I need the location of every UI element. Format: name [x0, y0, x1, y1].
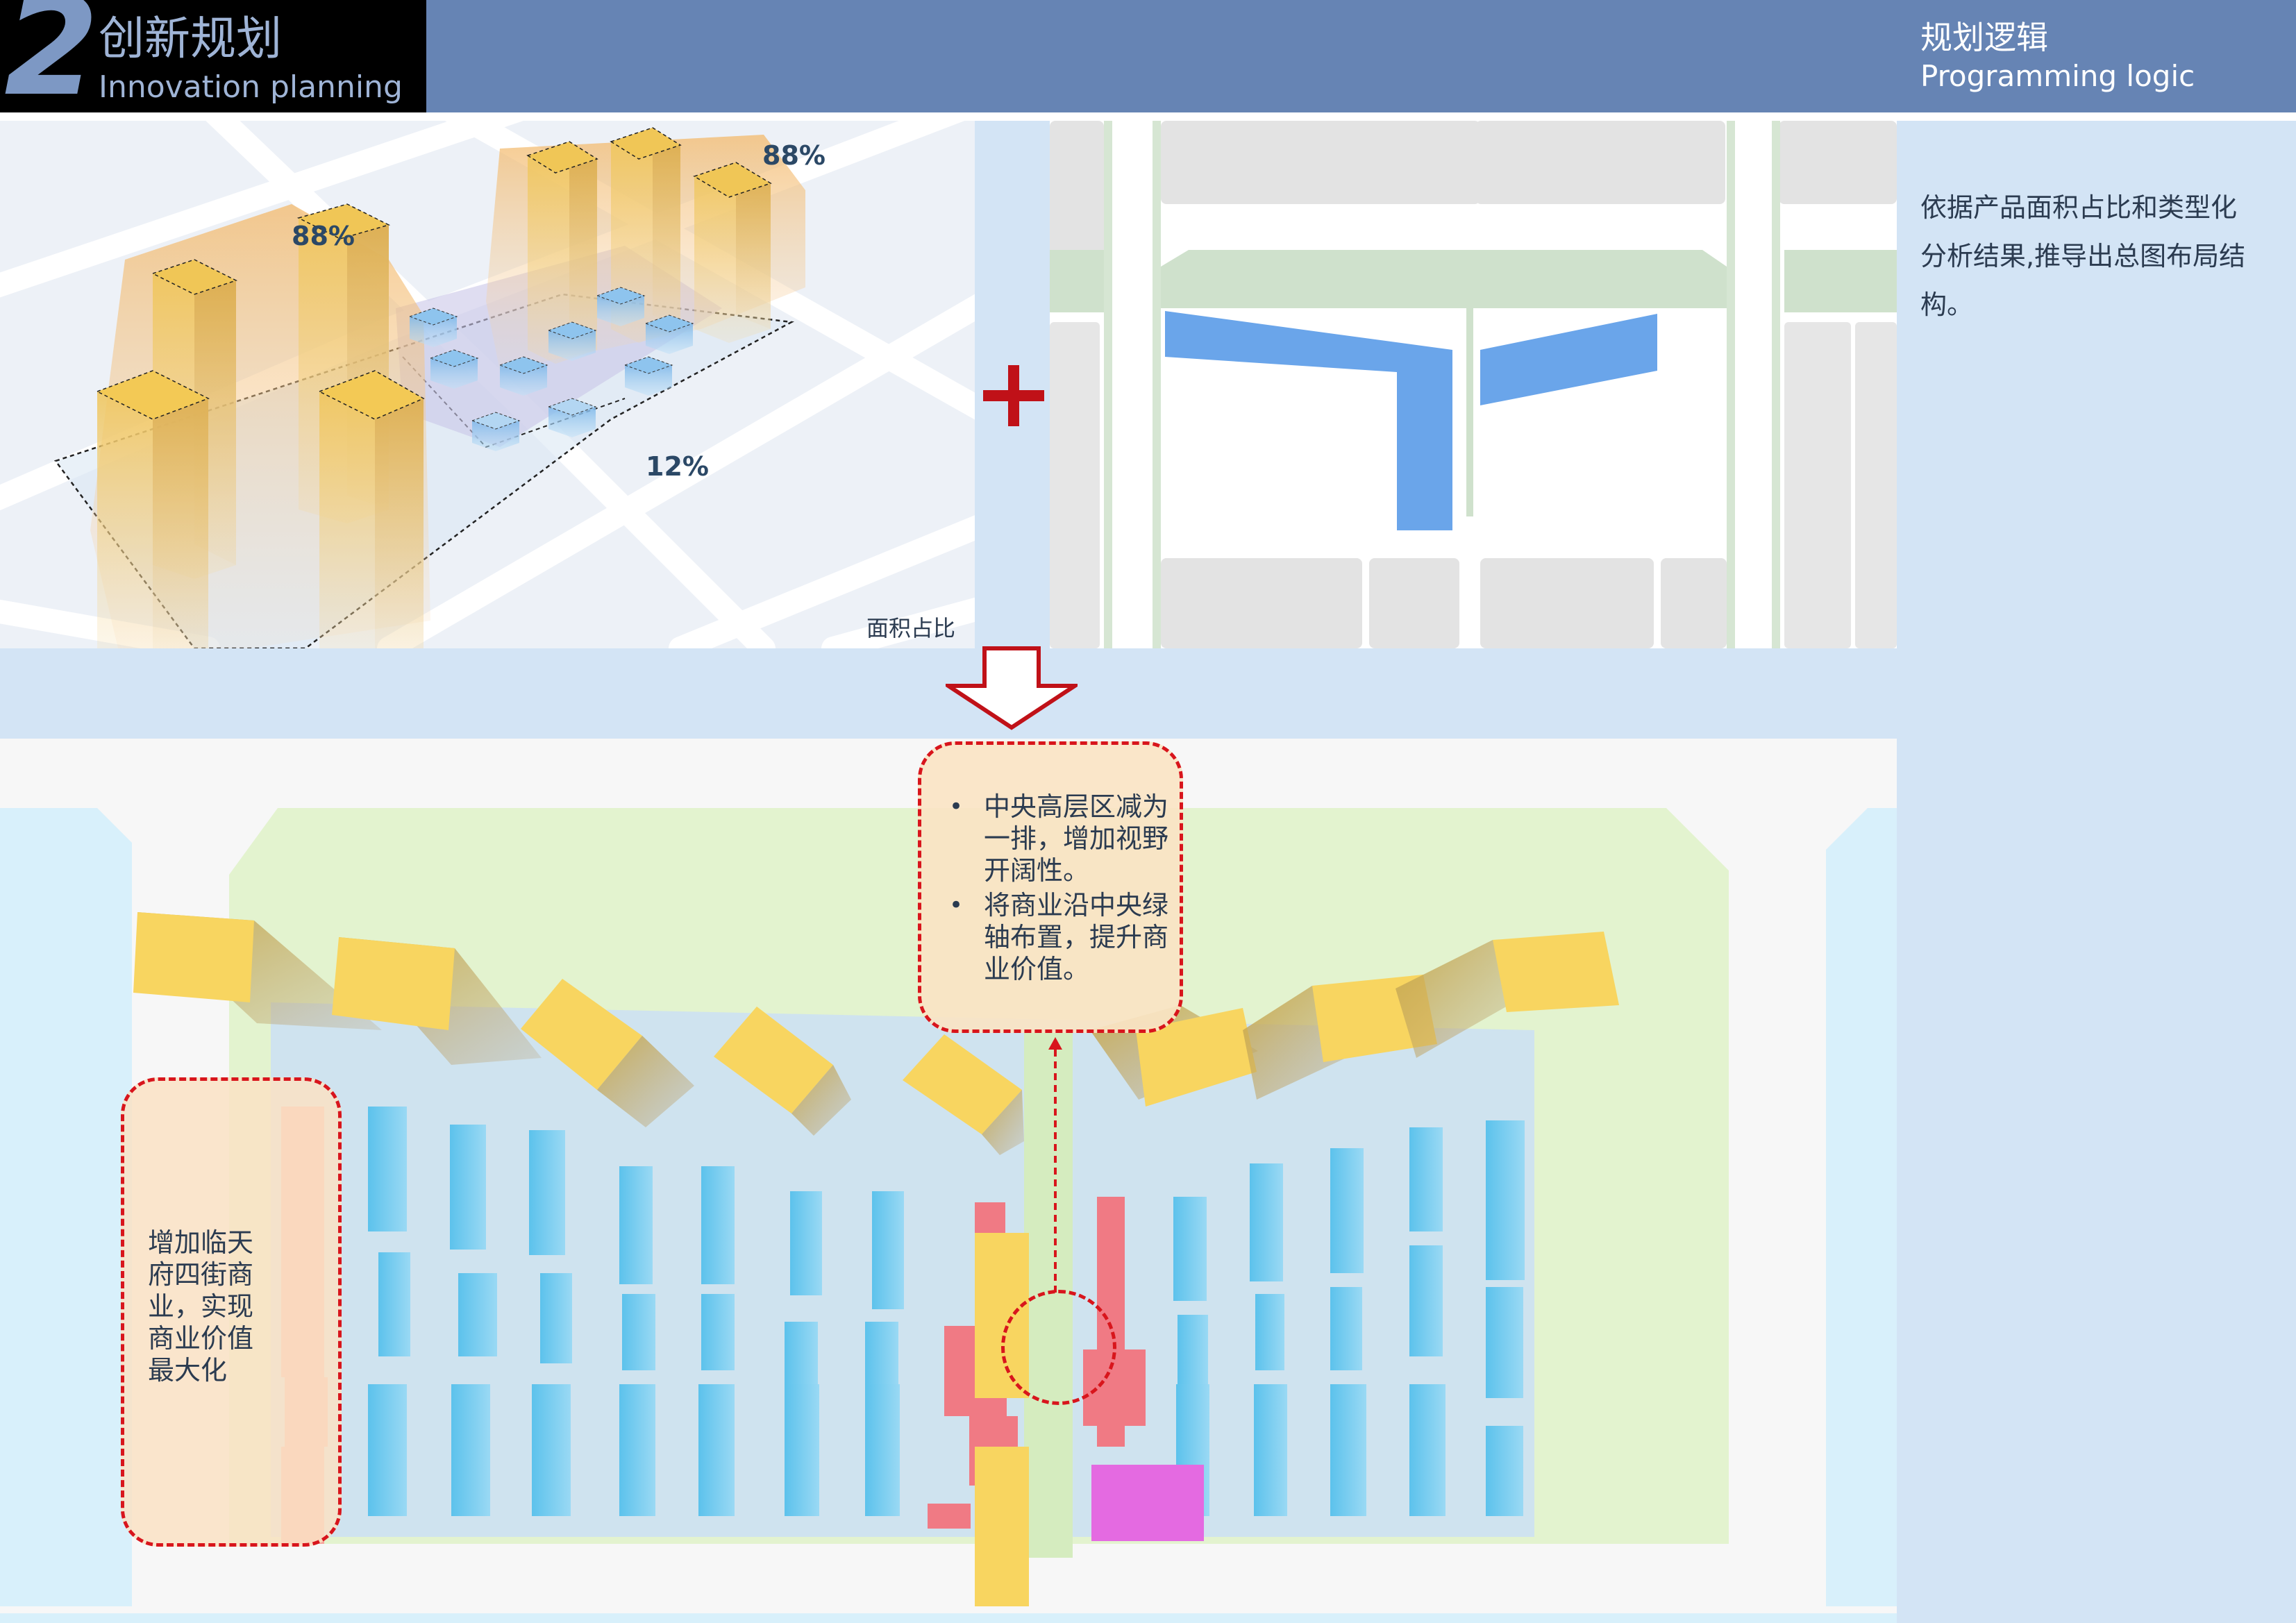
description-text: 依据产品面积占比和类型化分析结果,推导出总图布局结构。	[1920, 192, 2246, 320]
header-divider	[0, 112, 2296, 121]
section-subtitle: Programming logic	[1920, 59, 2195, 93]
plus-icon	[983, 365, 1044, 426]
section-title: 规划逻辑	[1920, 19, 2048, 56]
down-arrow-icon	[946, 646, 1078, 730]
section-number: 2	[4, 0, 99, 126]
site-plot-map	[1050, 121, 1897, 648]
header-bar: 2 创新规划 Innovation planning 规划逻辑 Programm…	[0, 0, 2296, 126]
strategy-bullet: 中央高层区减为一排，增加视野开阔性。	[945, 791, 1174, 886]
callout-street-commercial: 增加临天府四街商业，实现商业价值最大化	[121, 1077, 342, 1547]
area-label-high-rise-left: 88%	[292, 221, 355, 251]
area-ratio-caption: 面积占比	[866, 615, 956, 641]
strategy-bullet-list: 中央高层区减为一排，增加视野开阔性。 将商业沿中央绿轴布置，提升商业价值。	[945, 791, 1174, 988]
page-title: 创新规划	[99, 12, 282, 65]
area-label-high-rise-right: 88%	[762, 140, 826, 171]
callout-central-strategy: 中央高层区减为一排，增加视野开阔性。 将商业沿中央绿轴布置，提升商业价值。	[918, 741, 1183, 1033]
central-node-marker	[1001, 1290, 1116, 1405]
street-commercial-text: 增加临天府四街商业，实现商业价值最大化	[148, 1227, 254, 1386]
area-ratio-diagram	[0, 121, 975, 648]
area-ratio-illustration	[0, 121, 975, 648]
strategy-bullet: 将商业沿中央绿轴布置，提升商业价值。	[945, 889, 1174, 985]
area-label-low-rise: 12%	[646, 451, 709, 482]
header-title-block: 2 创新规划 Innovation planning	[0, 0, 426, 126]
page-subtitle: Innovation planning	[99, 69, 403, 105]
site-map-illustration	[1050, 121, 1897, 648]
